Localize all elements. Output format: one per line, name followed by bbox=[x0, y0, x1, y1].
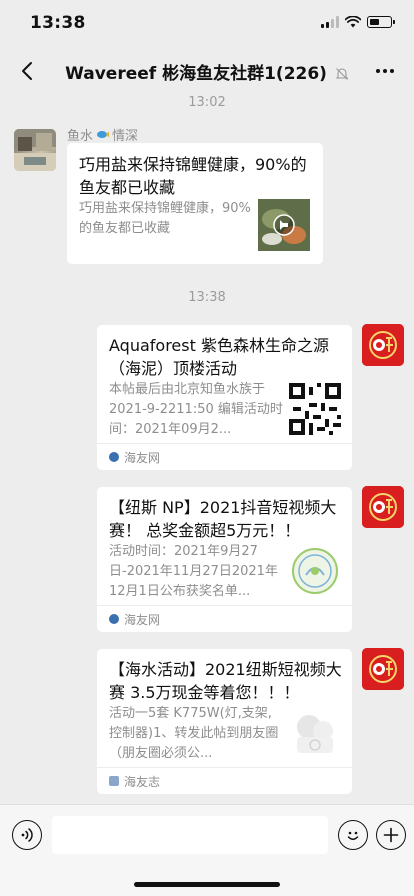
source-name: 海友志 bbox=[124, 774, 161, 789]
avatar[interactable] bbox=[362, 648, 404, 690]
badge-logo-image bbox=[289, 545, 341, 597]
avatar[interactable] bbox=[362, 486, 404, 528]
card-source: 海友网 bbox=[97, 605, 352, 632]
brand-logo-icon bbox=[362, 324, 404, 366]
plus-icon bbox=[383, 827, 399, 843]
chat-title: Wavereef 彬海鱼友社群1(226) bbox=[50, 59, 364, 84]
source-icon bbox=[109, 776, 119, 786]
card-thumbnail bbox=[289, 707, 341, 759]
card-description: 本帖最后由北京知鱼水族于2021-9-2211:50 编辑活动时间：2021年0… bbox=[109, 382, 283, 437]
battery-icon bbox=[367, 16, 395, 28]
card-source: 海友志 bbox=[97, 767, 352, 794]
timestamp: 13:02 bbox=[188, 95, 226, 110]
voice-icon bbox=[21, 828, 33, 842]
card-title: 【海水活动】2021纽斯短视频大赛 3.5万现金等着您！！！ bbox=[109, 660, 342, 702]
card-title: 巧用盐来保持锦鲤健康，90%的鱼友都已收藏 bbox=[79, 155, 307, 197]
qr-code-thumbnail bbox=[289, 383, 341, 435]
mute-icon bbox=[335, 68, 349, 80]
status-icons bbox=[321, 16, 395, 28]
fish-icon bbox=[97, 131, 110, 138]
link-card[interactable]: 巧用盐来保持锦鲤健康，90%的鱼友都已收藏 巧用盐来保持锦鲤健康，90%的鱼友都… bbox=[67, 143, 323, 264]
sender-name-suffix: 情深 bbox=[112, 129, 139, 144]
card-source: 海友网 bbox=[97, 443, 352, 470]
brand-logo-icon bbox=[362, 648, 404, 690]
battery-fill bbox=[369, 18, 379, 25]
wifi-icon bbox=[345, 16, 361, 28]
message-input[interactable] bbox=[52, 816, 328, 854]
card-description: 活动一5套 K775W(灯,支架,控制器)1、转发此帖到朋友圈（朋友圈必须公..… bbox=[109, 706, 279, 761]
home-indicator bbox=[134, 882, 280, 887]
card-thumbnail bbox=[289, 545, 341, 597]
source-name: 海友网 bbox=[124, 612, 161, 627]
video-thumbnail-image bbox=[258, 199, 310, 251]
timestamp: 13:38 bbox=[188, 290, 226, 305]
link-card[interactable]: Aquaforest 紫色森林生命之源（海泥）顶楼活动 本帖最后由北京知鱼水族于… bbox=[97, 325, 352, 470]
brand-logo-icon bbox=[362, 486, 404, 528]
sender-name: 鱼水 情深 bbox=[67, 125, 138, 144]
nav-bar: Wavereef 彬海鱼友社群1(226) bbox=[0, 48, 414, 94]
chevron-left-icon bbox=[22, 62, 32, 80]
card-description: 巧用盐来保持锦鲤健康，90%的鱼友都已收藏 bbox=[79, 201, 251, 236]
qr-code-image bbox=[289, 383, 341, 435]
more-dot bbox=[390, 69, 394, 73]
signal-icon bbox=[321, 16, 339, 28]
source-name: 海友网 bbox=[124, 450, 161, 465]
voice-button[interactable] bbox=[12, 820, 42, 850]
chat-title-text: Wavereef 彬海鱼友社群1(226) bbox=[65, 64, 327, 84]
card-title: 【纽斯 NP】2021抖音短视频大赛！ 总奖金额超5万元！！ bbox=[109, 498, 337, 540]
card-title: Aquaforest 紫色森林生命之源（海泥）顶楼活动 bbox=[109, 336, 329, 378]
emoji-icon bbox=[347, 831, 359, 840]
source-icon bbox=[109, 614, 119, 624]
link-card[interactable]: 【纽斯 NP】2021抖音短视频大赛！ 总奖金额超5万元！！ 活动时间：2021… bbox=[97, 487, 352, 632]
card-description: 活动时间：2021年9月27日-2021年11月27日2021年12月1日公布获… bbox=[109, 544, 278, 599]
status-time: 13:38 bbox=[30, 13, 86, 33]
link-card[interactable]: 【海水活动】2021纽斯短视频大赛 3.5万现金等着您！！！ 活动一5套 K77… bbox=[97, 649, 352, 794]
plus-button[interactable] bbox=[376, 820, 406, 850]
status-bar: 13:38 bbox=[0, 0, 414, 48]
more-button[interactable] bbox=[370, 56, 400, 86]
card-thumbnail bbox=[258, 199, 310, 251]
source-icon bbox=[109, 452, 119, 462]
emoji-button[interactable] bbox=[338, 820, 368, 850]
image-placeholder-icon bbox=[289, 707, 341, 759]
more-dot bbox=[383, 69, 387, 73]
avatar-photo bbox=[14, 129, 56, 171]
avatar[interactable] bbox=[362, 324, 404, 366]
sender-name-text: 鱼水 bbox=[67, 129, 94, 144]
back-button[interactable] bbox=[12, 56, 42, 86]
more-dot bbox=[376, 69, 380, 73]
avatar[interactable] bbox=[14, 129, 56, 171]
